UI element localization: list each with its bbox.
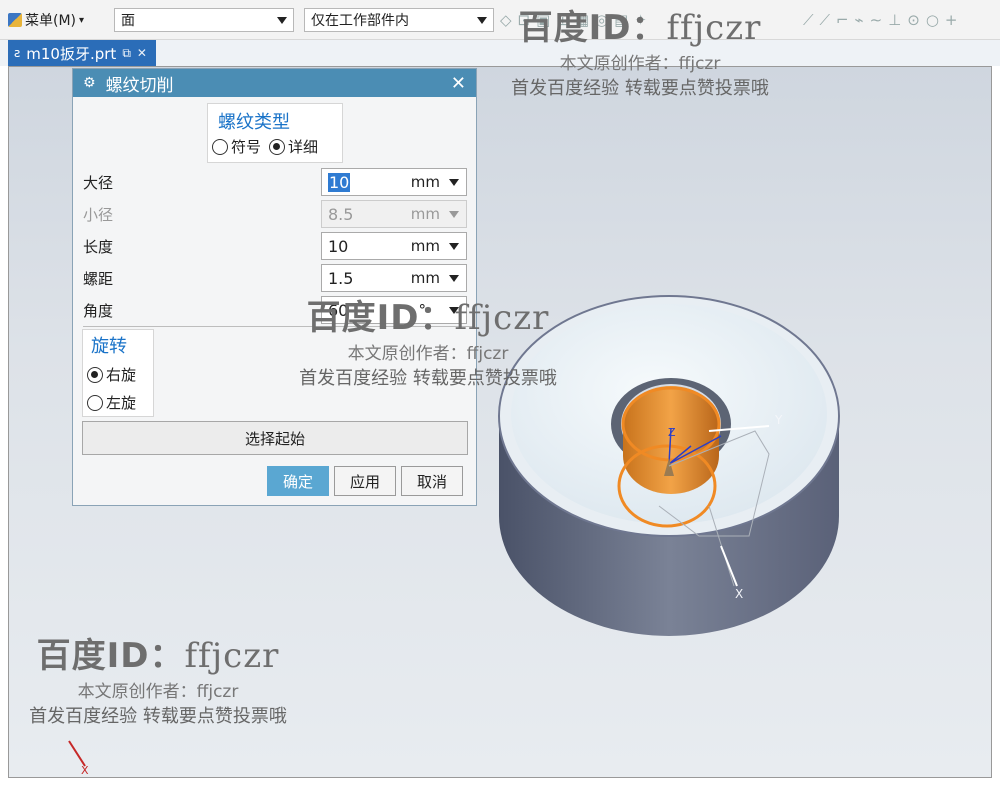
chevron-down-icon — [477, 17, 487, 24]
length-value: 10 — [328, 236, 349, 256]
angle-label: 角度 — [83, 301, 114, 320]
radio-selected-icon — [87, 366, 103, 383]
length-field[interactable]: 10 mm — [321, 232, 467, 260]
unit-label: mm — [410, 237, 440, 255]
close-icon[interactable]: ✕ — [451, 73, 466, 94]
thread-cut-dialog: ⚙ 螺纹切削 ✕ 螺纹类型 符号 详细 大径 10 mm 小径 8.5 mm 长… — [72, 68, 477, 506]
z-axis-label: Z — [668, 426, 676, 439]
triad-x-label: X — [81, 764, 89, 777]
apply-button[interactable]: 应用 — [334, 466, 396, 496]
snap-circle-icon[interactable]: ○ — [926, 11, 939, 29]
app-window: 菜单(M) ▾ 面 仅在工作部件内 ◇ ⊡ ▣ ⊞ ▦ ◎ ▤ ✦ ⟋ ⟋ ⌐ … — [0, 0, 1000, 788]
watermark-id-prefix: 百度ID： — [36, 636, 185, 676]
dialog-titlebar[interactable]: ⚙ 螺纹切削 ✕ — [73, 69, 476, 97]
major-diameter-value: 10 — [328, 172, 351, 192]
radio-right-hand[interactable]: 右旋 — [87, 364, 136, 385]
radio-left-hand[interactable]: 左旋 — [87, 392, 136, 413]
major-diameter-label: 大径 — [83, 173, 114, 192]
radio-right-hand-label: 右旋 — [106, 366, 137, 384]
unit-label: mm — [410, 205, 440, 223]
cancel-button[interactable]: 取消 — [401, 466, 463, 496]
pin-icon[interactable]: ⧉ — [122, 46, 131, 61]
watermark-middle: 百度ID：ffjczr 本文原创作者：ffjczr 首发百度经验 转载要点赞投票… — [288, 290, 568, 390]
snap-axis-icon[interactable]: ⊥ — [888, 11, 901, 29]
radio-symbolic-label: 符号 — [231, 138, 262, 156]
watermark-id-prefix: 百度ID： — [306, 298, 455, 338]
dialog-title: 螺纹切削 — [105, 75, 174, 96]
rotation-title: 旋转 — [91, 336, 127, 357]
snap-tangent-icon[interactable]: ⟋ — [819, 11, 830, 29]
radio-selected-icon — [269, 138, 286, 155]
tab-part-file[interactable]: ƨ m10扳牙.prt ⧉ ✕ — [8, 40, 156, 66]
watermark-id-value: ffjczr — [454, 298, 550, 338]
length-label: 长度 — [83, 237, 114, 256]
part-file-icon: ƨ — [14, 46, 21, 60]
rotation-group: 旋转 右旋 左旋 — [82, 329, 154, 417]
radio-circle-icon — [212, 138, 228, 155]
menu-label: 菜单(M) — [25, 13, 77, 29]
triad-x-axis — [68, 740, 86, 767]
gear-icon[interactable]: ⚙ — [83, 75, 96, 91]
view-triad: X — [68, 740, 89, 777]
watermark-slogan: 首发百度经验 转载要点赞投票哦 — [299, 368, 557, 389]
snap-perp-icon[interactable]: ⌐ — [836, 11, 849, 29]
watermark-slogan: 首发百度经验 转载要点赞投票哦 — [511, 78, 769, 99]
tab-label: m10扳牙.prt — [26, 44, 117, 63]
watermark-id-value: ffjczr — [184, 636, 280, 676]
snap-intersection-icon[interactable]: ⌁ — [855, 11, 864, 29]
chevron-down-icon — [277, 17, 287, 24]
app-menu-icon — [8, 13, 22, 27]
menu-button[interactable]: 菜单(M) ▾ — [8, 9, 84, 31]
chevron-down-icon[interactable] — [449, 179, 459, 186]
radio-left-hand-label: 左旋 — [106, 394, 137, 412]
major-diameter-field[interactable]: 10 mm — [321, 168, 467, 196]
chevron-down-icon[interactable] — [449, 275, 459, 282]
selection-scope-value: 仅在工作部件内 — [311, 13, 409, 29]
minor-diameter-field: 8.5 mm — [321, 200, 467, 228]
select-start-button[interactable]: 选择起始 — [82, 421, 468, 455]
radio-symbolic[interactable]: 符号 — [212, 136, 261, 157]
snap-line-icon[interactable]: ⟋ — [803, 11, 814, 29]
minor-diameter-value: 8.5 — [328, 204, 354, 224]
thread-type-group: 螺纹类型 符号 详细 — [207, 103, 343, 163]
snap-plus-icon[interactable]: + — [945, 11, 958, 29]
chevron-down-icon: ▾ — [79, 14, 85, 26]
selection-filter-value: 面 — [121, 13, 135, 29]
ok-button[interactable]: 确定 — [267, 466, 329, 496]
selection-filter-dropdown[interactable]: 面 — [114, 8, 294, 32]
radio-circle-icon — [87, 394, 103, 411]
thread-type-title: 螺纹类型 — [218, 112, 290, 133]
unit-label: mm — [410, 269, 440, 287]
pitch-field[interactable]: 1.5 mm — [321, 264, 467, 292]
watermark-top: 百度ID：ffjczr 本文原创作者：ffjczr 首发百度经验 转载要点赞投票… — [500, 0, 780, 100]
pitch-label: 螺距 — [83, 269, 114, 288]
watermark-id-prefix: 百度ID： — [518, 8, 667, 48]
y-axis-label: Y — [774, 413, 783, 427]
unit-label: mm — [410, 173, 440, 191]
radio-detailed[interactable]: 详细 — [269, 136, 318, 157]
watermark-author: 本文原创作者：ffjczr — [77, 682, 239, 702]
watermark-author: 本文原创作者：ffjczr — [347, 344, 509, 364]
watermark-slogan: 首发百度经验 转载要点赞投票哦 — [29, 706, 287, 727]
snap-curve-icon[interactable]: ∼ — [870, 11, 883, 29]
chevron-down-icon[interactable] — [449, 243, 459, 250]
chevron-down-icon — [449, 211, 459, 218]
pitch-value: 1.5 — [328, 268, 354, 288]
watermark-id-value: ffjczr — [666, 8, 762, 48]
minor-diameter-label: 小径 — [83, 205, 114, 224]
snap-arc-center-icon[interactable]: ⊙ — [907, 11, 920, 29]
watermark-bottom: 百度ID：ffjczr 本文原创作者：ffjczr 首发百度经验 转载要点赞投票… — [18, 628, 298, 728]
watermark-author: 本文原创作者：ffjczr — [559, 54, 721, 74]
radio-detailed-label: 详细 — [288, 138, 319, 156]
close-icon[interactable]: ✕ — [137, 46, 147, 60]
selection-scope-dropdown[interactable]: 仅在工作部件内 — [304, 8, 494, 32]
x-axis-label: X — [735, 587, 743, 601]
